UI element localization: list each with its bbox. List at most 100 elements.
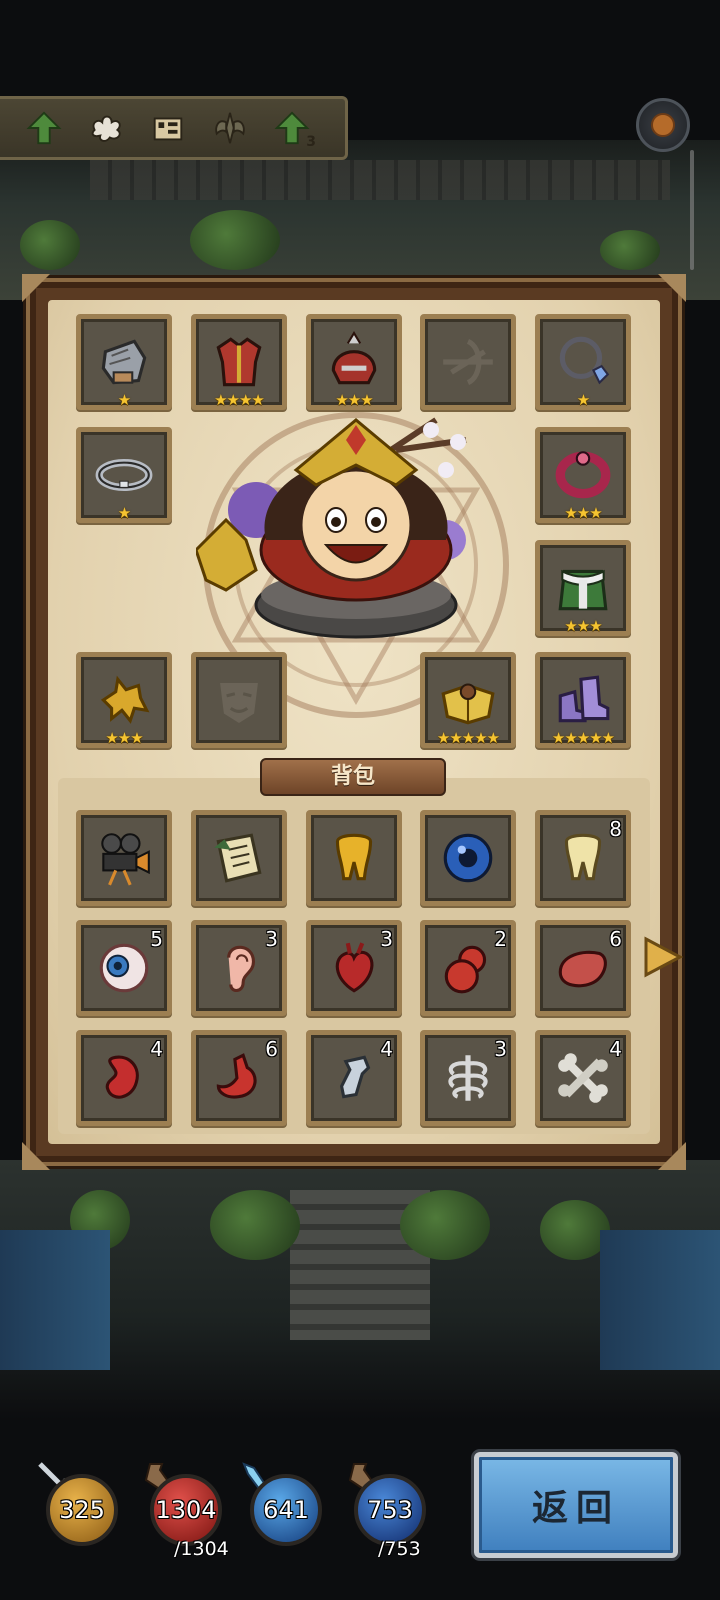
backpack-slot[interactable]: 4 — [76, 1030, 172, 1126]
scrollbar[interactable] — [690, 150, 694, 270]
equip-slot-necklace[interactable]: ★ — [535, 314, 631, 410]
background-fence — [600, 1230, 720, 1370]
star-rating: ★★★ — [335, 391, 373, 409]
backpack-slot[interactable]: 3 — [191, 920, 287, 1016]
equip-slot-helmet[interactable]: ★★★ — [306, 314, 402, 410]
energy-orb: 753 — [354, 1474, 426, 1546]
item-count: 2 — [494, 927, 507, 951]
eyeball-icon — [99, 943, 149, 993]
mana-orb: 641 — [250, 1474, 322, 1546]
gold-beast-icon — [100, 675, 150, 724]
backpack-slot[interactable] — [420, 810, 516, 906]
backpack-title: 背包 — [260, 758, 446, 796]
top-toolbar: 3 — [0, 96, 348, 160]
attack-value: 325 — [59, 1496, 105, 1524]
background-roof — [90, 160, 670, 200]
equip-slot-boots[interactable]: ★★★★★ — [535, 652, 631, 748]
return-button[interactable]: 返回 — [474, 1452, 678, 1558]
backpack-slot[interactable]: 4 — [535, 1030, 631, 1126]
equip-slot-gauntlet[interactable]: ★ — [76, 314, 172, 410]
background-bush — [190, 210, 280, 270]
equip-slot-armor[interactable]: ★★★★ — [191, 314, 287, 410]
background-bush — [210, 1190, 300, 1260]
item-count: 4 — [150, 1037, 163, 1061]
backpack-slot[interactable]: 8 — [535, 810, 631, 906]
star-rating: ★★★ — [105, 729, 143, 747]
star-rating: ★★★ — [564, 504, 602, 522]
gourd-icon — [444, 945, 487, 994]
film-map-icon — [153, 117, 183, 141]
stat-attack: 325 — [38, 1460, 130, 1560]
level-up-button[interactable]: 3 — [272, 108, 316, 150]
map-button[interactable] — [148, 108, 188, 148]
equip-slot-crossbow[interactable] — [420, 314, 516, 410]
golden-tooth-icon — [335, 833, 373, 881]
ear-icon — [227, 945, 256, 993]
backpack-slot[interactable]: 4 — [306, 1030, 402, 1126]
background-bush — [600, 230, 660, 270]
backpack-slot[interactable]: 2 — [420, 920, 516, 1016]
background-fence — [0, 1230, 110, 1370]
backpack-slot[interactable]: 6 — [191, 1030, 287, 1126]
background-bush — [400, 1190, 490, 1260]
equip-slot-cloak[interactable]: ★★★ — [535, 540, 631, 636]
silver-ring-icon — [95, 458, 153, 492]
tool-badge: 3 — [306, 134, 316, 150]
equip-slot-gold-beast[interactable]: ★★★ — [76, 652, 172, 748]
bone-fragment-icon — [339, 1055, 371, 1099]
backpack-slot[interactable]: 3 — [420, 1030, 516, 1126]
crossbow-icon — [443, 338, 493, 386]
stat-mana: 641 — [242, 1460, 334, 1560]
equip-slot-ring-silver[interactable]: ★ — [76, 427, 172, 523]
heart-icon — [335, 942, 374, 993]
purple-boots-icon — [558, 675, 610, 723]
backpack-slot[interactable] — [76, 810, 172, 906]
star-rating: ★★★★ — [214, 391, 265, 409]
stat-health: 1304 /1304 — [144, 1460, 234, 1560]
attack-orb: 325 — [46, 1474, 118, 1546]
star-rating: ★ — [117, 504, 131, 522]
ribcage-icon — [448, 1055, 488, 1101]
upgrade-arrow-button[interactable] — [24, 108, 64, 148]
star-rating: ★ — [117, 391, 131, 409]
splat-icon — [91, 115, 121, 142]
backpack-slot[interactable] — [306, 810, 402, 906]
next-page-arrow-icon[interactable] — [640, 935, 684, 979]
backpack-slot[interactable]: 5 — [76, 920, 172, 1016]
star-rating: ★★★★★ — [436, 729, 500, 747]
health-orb: 1304 — [150, 1474, 222, 1546]
hero-character[interactable] — [196, 400, 516, 650]
backpack-slot[interactable] — [191, 810, 287, 906]
settings-round-button[interactable] — [636, 98, 690, 152]
gauntlet-icon — [101, 339, 147, 385]
health-value: 1304 — [155, 1496, 217, 1524]
star-rating: ★★★★★ — [551, 729, 615, 747]
blue-orb-icon — [443, 833, 493, 883]
fur-cloak-icon — [558, 569, 608, 611]
item-count: 6 — [265, 1037, 278, 1061]
splat-button[interactable] — [86, 108, 126, 148]
equip-slot-mask[interactable] — [191, 652, 287, 748]
armor-icon — [216, 337, 262, 387]
star-rating: ★★★ — [564, 617, 602, 635]
equip-slot-ring-red[interactable]: ★★★ — [535, 427, 631, 523]
equip-slot-book[interactable]: ★★★★★ — [420, 652, 516, 748]
movie-camera-icon — [101, 833, 150, 886]
stomach-icon — [216, 1053, 257, 1099]
item-count: 4 — [380, 1037, 393, 1061]
kidney-icon — [105, 1055, 139, 1099]
tooth-icon — [564, 833, 602, 881]
background-bush — [20, 220, 80, 270]
mask-icon — [216, 679, 262, 727]
item-count: 4 — [609, 1037, 622, 1061]
red-ring-icon — [555, 451, 611, 499]
emblem-button[interactable] — [210, 108, 250, 148]
item-count: 8 — [609, 817, 622, 841]
item-count: 6 — [609, 927, 622, 951]
bone-icon — [558, 1053, 608, 1103]
necklace-icon — [559, 336, 610, 385]
stat-energy: 753 /753 — [348, 1460, 438, 1560]
golden-book-icon — [441, 683, 495, 725]
backpack-slot[interactable]: 6 — [535, 920, 631, 1016]
backpack-slot[interactable]: 3 — [306, 920, 402, 1016]
